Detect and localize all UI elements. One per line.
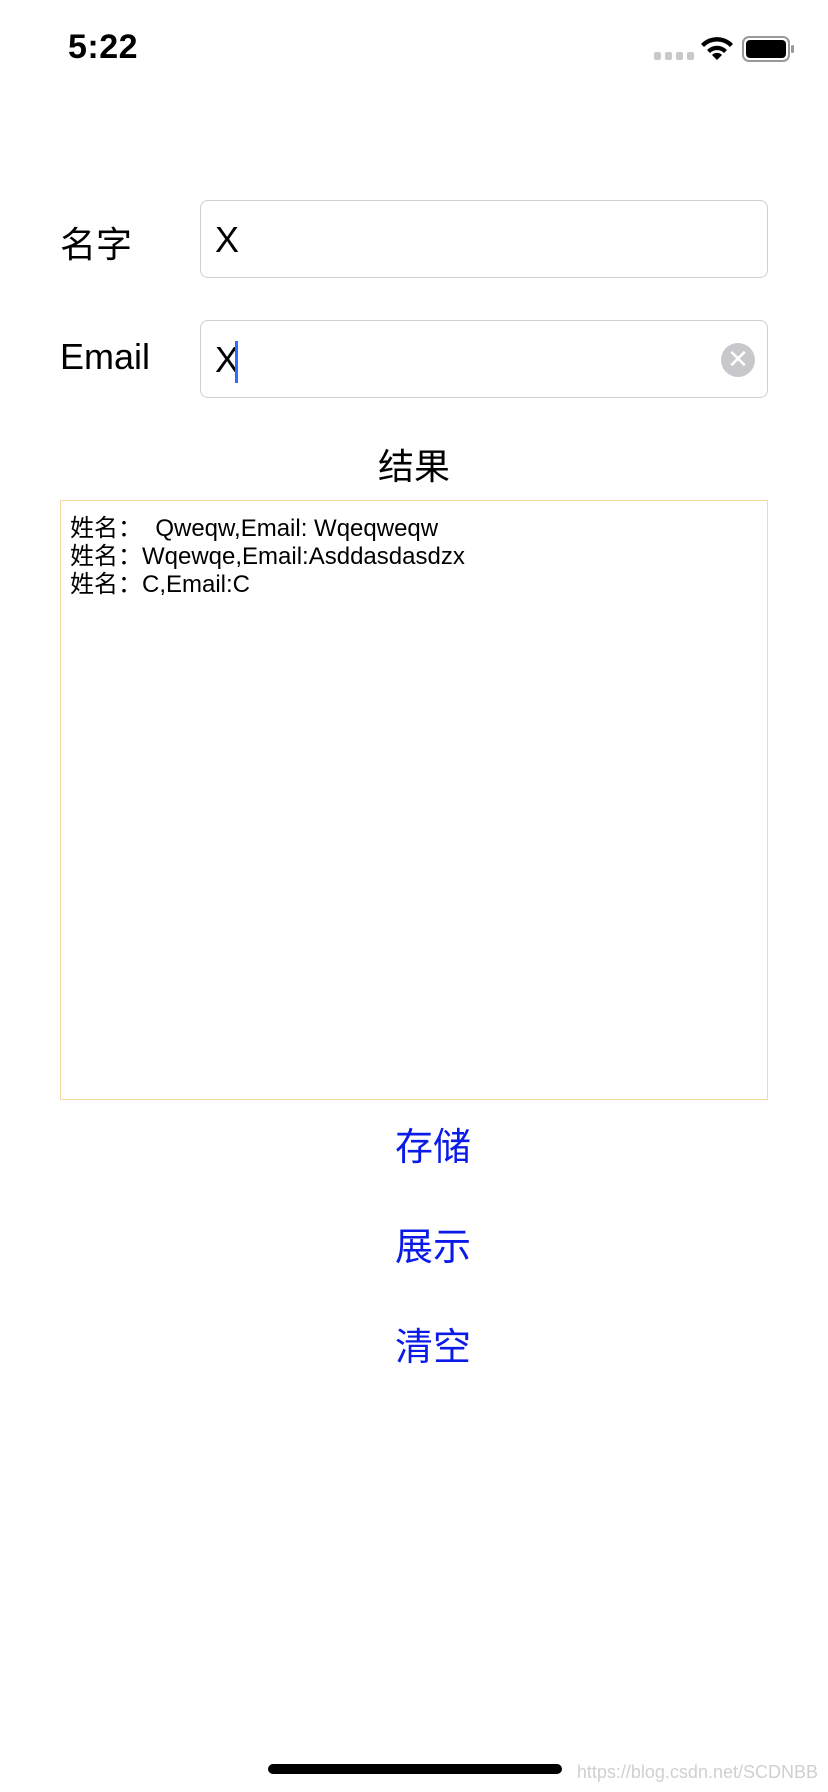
cellular-signal-icon xyxy=(654,52,694,60)
home-indicator[interactable] xyxy=(268,1764,562,1774)
clear-text-icon[interactable]: ✕ xyxy=(721,343,755,377)
email-input-value: X xyxy=(215,339,239,384)
battery-icon xyxy=(742,36,794,62)
email-label: Email xyxy=(60,336,151,377)
name-input[interactable]: X xyxy=(200,200,768,278)
text-cursor xyxy=(235,341,239,384)
result-line: 姓名：C,Email:C xyxy=(70,571,251,598)
status-time: 5:22 xyxy=(68,28,139,66)
result-line: 姓名：Wqewqe,Email:Asddasdasdzx xyxy=(70,543,465,570)
watermark: https://blog.csdn.net/SCDNBB xyxy=(576,1762,818,1782)
wifi-icon xyxy=(701,37,733,60)
email-input[interactable]: X ✕ xyxy=(200,320,768,398)
save-button[interactable]: 存储 xyxy=(0,1116,828,1171)
show-button[interactable]: 展示 xyxy=(0,1216,828,1271)
result-line: 姓名： Qweqw,Email: Wqeqweqw xyxy=(70,515,439,542)
result-text-area[interactable]: 姓名： Qweqw,Email: Wqeqweqw 姓名：Wqewqe,Emai… xyxy=(60,500,768,1100)
name-input-value: X xyxy=(215,219,240,260)
result-title: 结果 xyxy=(377,446,450,487)
name-label: 名字 xyxy=(60,224,133,265)
clear-button[interactable]: 清空 xyxy=(0,1316,828,1371)
